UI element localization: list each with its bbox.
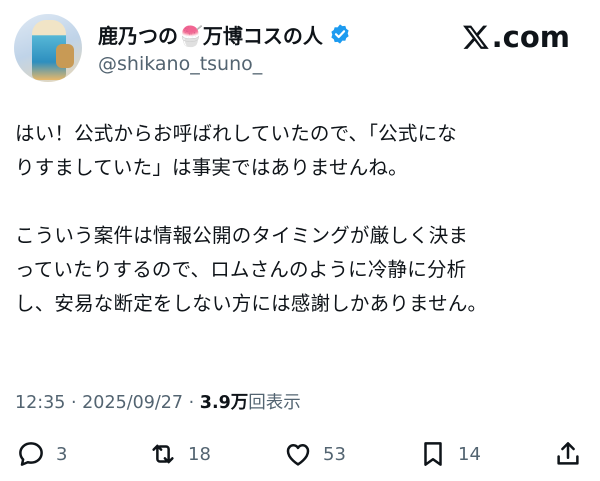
post-meta: 12:35 · 2025/09/27 · 3.9万回表示: [15, 389, 301, 414]
avatar[interactable]: [14, 14, 82, 82]
reply-icon: [19, 442, 43, 466]
bookmark-count: 14: [458, 443, 481, 465]
avatar-plush: [56, 44, 74, 68]
post-date[interactable]: 2025/09/27: [82, 393, 183, 413]
heart-icon: [286, 444, 310, 466]
meta-separator: ·: [71, 393, 77, 413]
view-count: 3.9万: [199, 393, 249, 413]
like-count: 53: [323, 443, 346, 465]
logo-text: .com: [491, 20, 570, 54]
meta-separator-2: ·: [188, 393, 195, 413]
user-handle[interactable]: @shikano_tsuno_: [98, 53, 262, 75]
verified-badge-icon: [331, 24, 349, 44]
share-button[interactable]: [553, 434, 583, 474]
action-bar: 3 18 53 14: [0, 434, 600, 474]
like-button[interactable]: 53: [283, 434, 346, 474]
bookmark-button[interactable]: 14: [418, 434, 481, 474]
view-label: 回表示: [248, 393, 301, 413]
x-logo-icon: [462, 25, 489, 49]
reply-button[interactable]: 3: [16, 434, 67, 474]
x-com-logo: .com: [462, 20, 570, 54]
repost-icon: [152, 444, 174, 464]
repost-button[interactable]: 18: [148, 434, 211, 474]
reply-count: 3: [56, 443, 68, 465]
repost-count: 18: [188, 443, 211, 465]
post-text: はい！公式からお呼ばれしていたので、「公式にな りすましていた」は事実ではありま…: [15, 122, 488, 315]
display-name[interactable]: 鹿乃つの🍧万博コスの人: [98, 20, 323, 49]
display-name-row: 鹿乃つの🍧万博コスの人: [98, 19, 351, 49]
bookmark-icon: [424, 442, 442, 466]
post-time[interactable]: 12:35: [15, 393, 65, 413]
share-icon: [557, 442, 579, 465]
